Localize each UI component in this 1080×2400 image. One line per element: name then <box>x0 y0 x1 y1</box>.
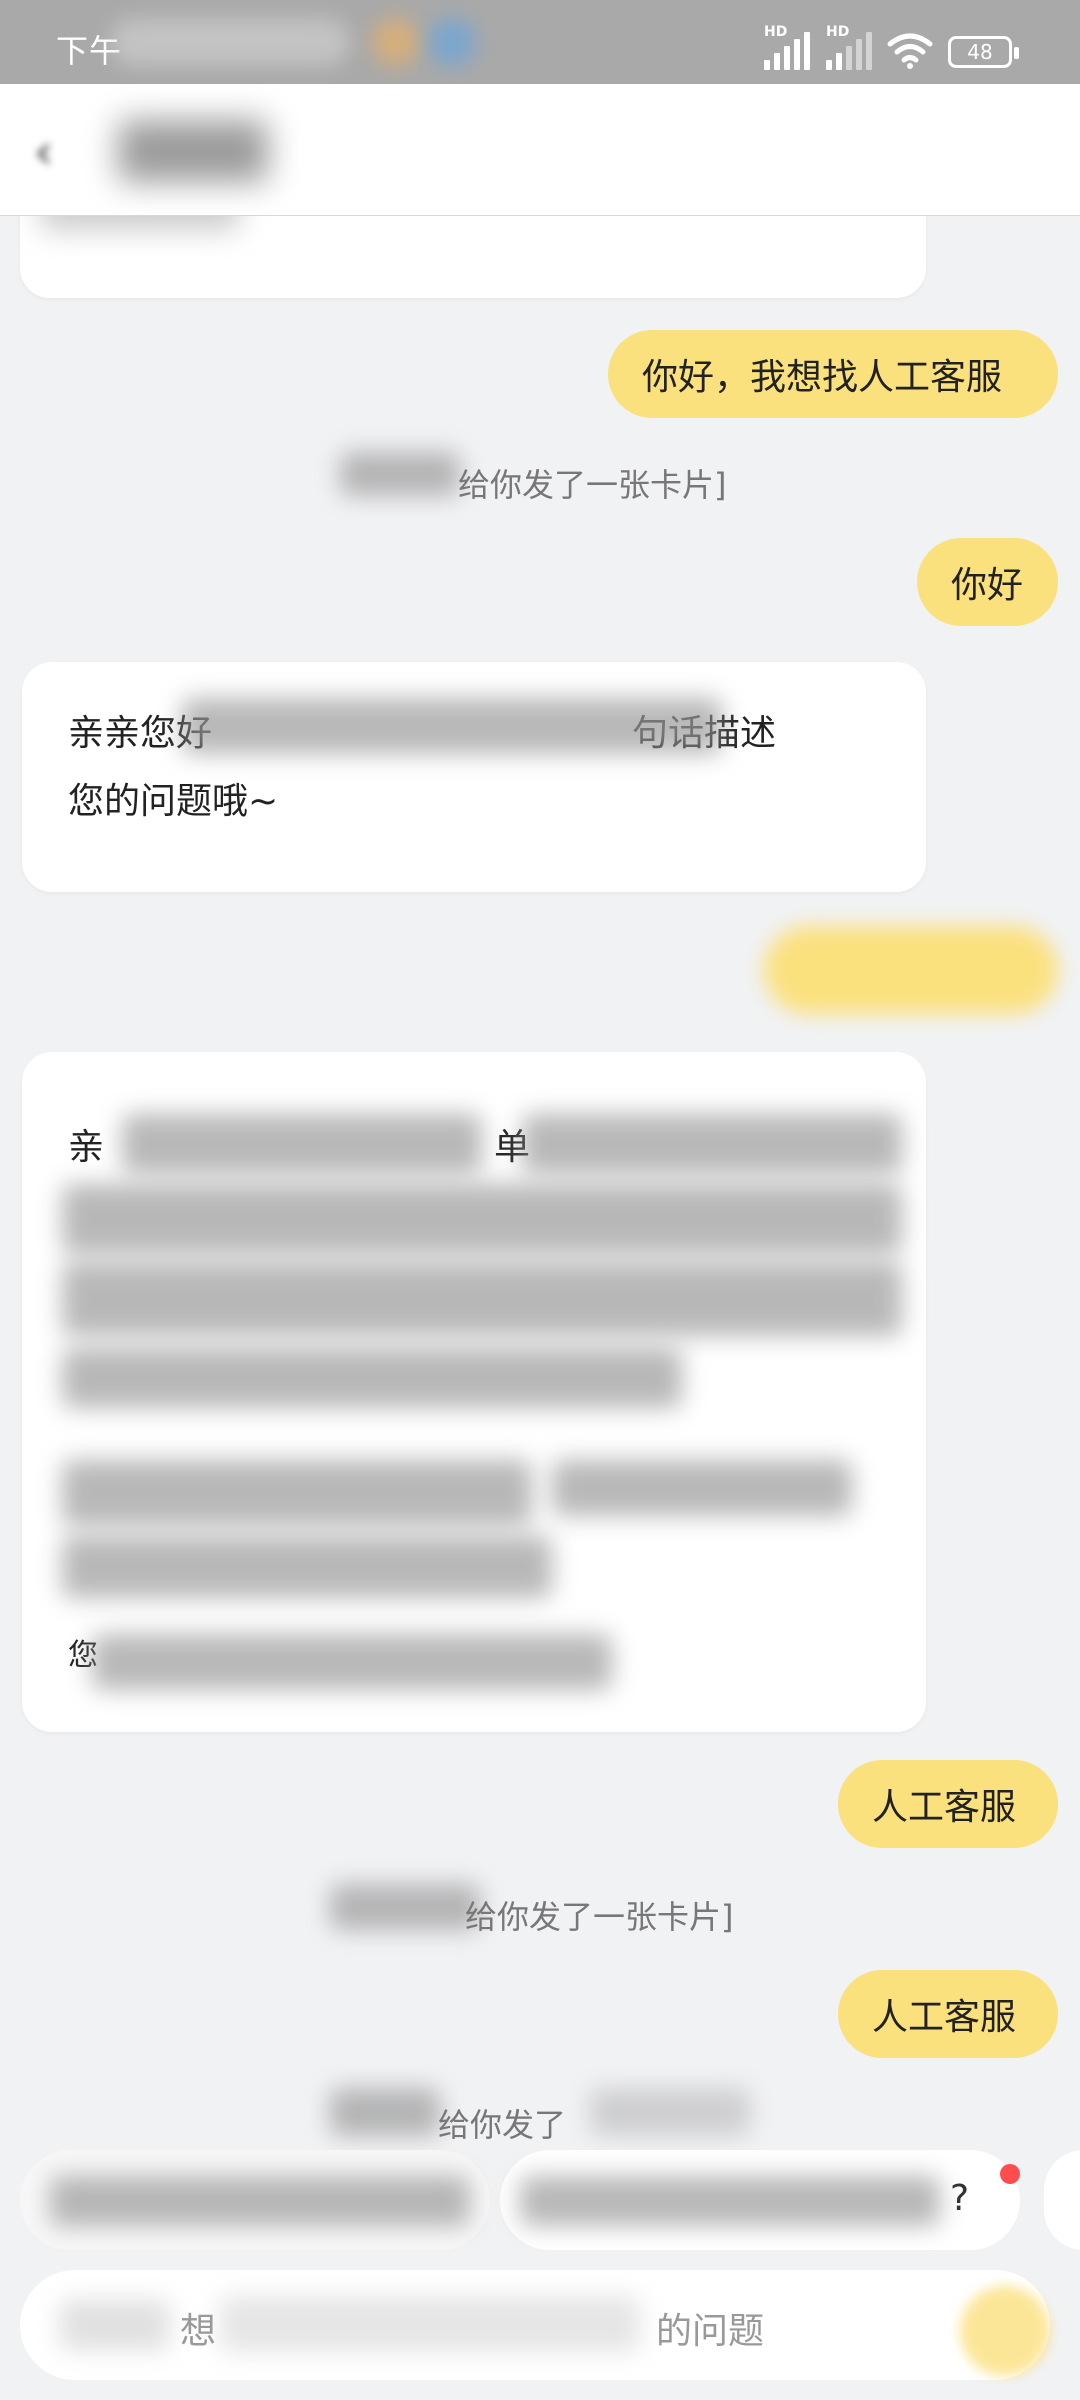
battery-icon: 48 <box>948 36 1019 68</box>
placeholder-part: 的问题 <box>656 2311 765 2352</box>
system-message: 给你发了一张卡片] <box>458 460 727 506</box>
user-message <box>764 926 1058 1014</box>
system-text: 给你发了一张卡片] <box>465 1898 734 1936</box>
user-message: 人工客服 <box>838 1760 1058 1848</box>
suggestion-chip[interactable] <box>1044 2150 1080 2250</box>
system-sender-blur <box>590 2088 750 2136</box>
suggestion-chip[interactable]: ? <box>500 2150 1020 2250</box>
notification-icon <box>428 18 476 66</box>
suggestion-strip: ? <box>0 2150 1080 2260</box>
input-icon <box>60 2300 170 2350</box>
message-text: 人工客服 <box>872 1787 1017 1828</box>
user-message: 你好 <box>917 538 1058 626</box>
suggestion-text: ? <box>950 2178 970 2219</box>
user-message: 人工客服 <box>838 1970 1058 2058</box>
message-text-part: 您的问题哦~ <box>68 781 279 822</box>
chevron-left-icon[interactable]: ‹ <box>34 124 82 180</box>
chat-title <box>118 120 268 182</box>
suggestion-chip[interactable] <box>20 2150 490 2250</box>
placeholder-part: 想 <box>180 2311 217 2352</box>
redacted-text <box>62 1262 902 1336</box>
signal-icon: HD <box>826 24 878 70</box>
redacted-text <box>220 2296 640 2352</box>
redacted-text <box>62 1348 682 1408</box>
system-text: 给你发了一张卡片] <box>458 466 727 504</box>
signal-hd-label: HD <box>826 24 850 40</box>
system-sender-blur <box>330 1884 480 1930</box>
redacted-text <box>522 1114 902 1174</box>
message-text: 人工客服 <box>872 1997 1017 2038</box>
redacted-text <box>62 1536 552 1598</box>
status-bar: 下午 HD HD 48 <box>0 0 1080 84</box>
send-button[interactable] <box>960 2286 1050 2376</box>
system-message: 给你发了一张卡片] <box>465 1892 734 1938</box>
notification-dot <box>1000 2164 1020 2184</box>
user-message: 你好，我想找人工客服 <box>608 330 1058 418</box>
system-text: 给你发了 <box>438 2106 567 2144</box>
system-sender-blur <box>340 452 460 496</box>
chat-header: ‹ <box>0 84 1080 216</box>
redacted-text <box>62 1184 902 1254</box>
notification-icon <box>372 18 420 66</box>
redacted-text <box>552 1460 852 1516</box>
signal-hd-label: HD <box>764 24 788 40</box>
system-message: 给你发了 <box>438 2100 566 2146</box>
redacted-text <box>62 1460 532 1526</box>
message-text: 你好 <box>951 565 1024 606</box>
redacted-text <box>122 1114 482 1174</box>
status-blurred-info <box>110 18 350 66</box>
redacted-text <box>92 1634 612 1690</box>
message-text-part: 亲 <box>68 1127 105 1168</box>
redacted-text <box>182 698 722 754</box>
message-input[interactable]: 想 的问题 <box>20 2270 1050 2380</box>
signal-icon: HD <box>764 24 816 70</box>
wifi-icon <box>887 33 933 69</box>
bot-message: 亲亲您好句话描述 您的问题哦~ <box>22 662 926 892</box>
system-sender-blur <box>330 2088 440 2136</box>
bot-message: 亲单 您 <box>22 1052 926 1732</box>
message-text: 你好，我想找人工客服 <box>642 357 1003 398</box>
